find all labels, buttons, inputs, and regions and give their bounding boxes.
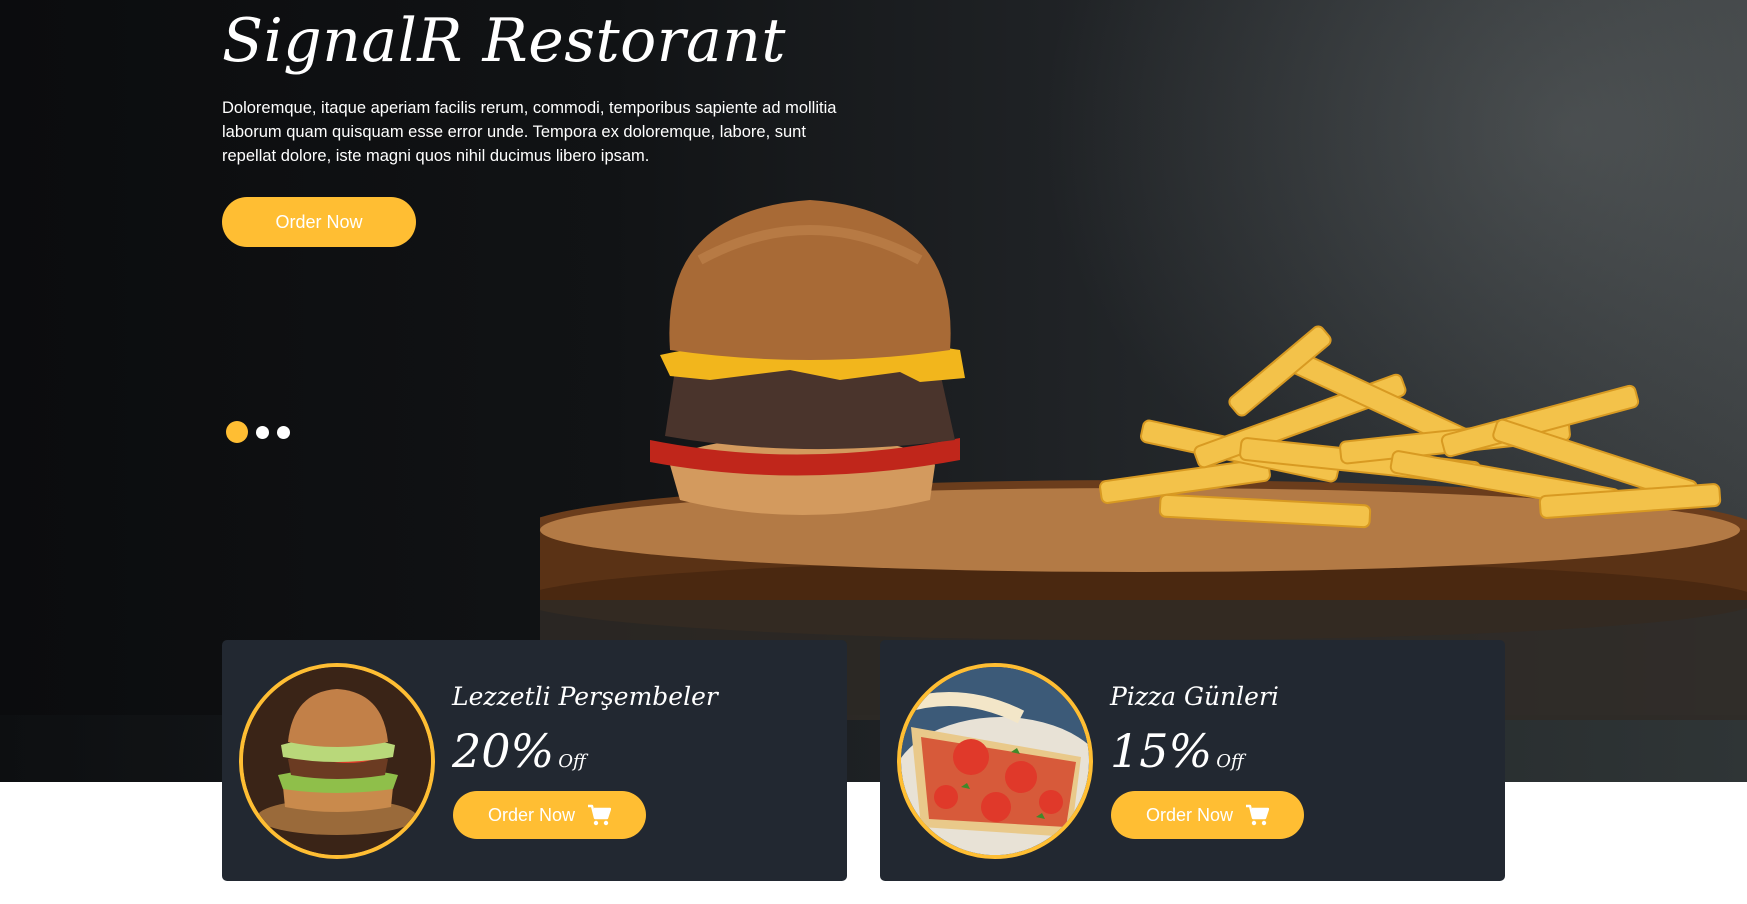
discount-off-label: Off	[558, 751, 586, 772]
offer-order-button[interactable]: Order Now	[453, 791, 646, 839]
offer-title: Pizza Günleri	[1110, 682, 1279, 711]
order-button-label: Order Now	[1145, 804, 1234, 825]
cart-icon	[1245, 804, 1270, 826]
discount-percent: 20%	[452, 724, 555, 778]
hero-order-button[interactable]: Order Now	[222, 197, 416, 247]
offer-card-thursday: Lezzetli Perşembeler 20% Off Order Now	[222, 640, 847, 881]
carousel-dot-2[interactable]	[256, 425, 269, 439]
brand-title: SignalR Restorant	[222, 6, 786, 76]
pizza-image	[897, 663, 1093, 859]
discount-percent: 15%	[1110, 724, 1213, 778]
offer-discount: 15% Off	[1110, 724, 1244, 778]
hero-description: Doloremque, itaque aperiam facilis rerum…	[222, 99, 837, 165]
carousel-dot-3[interactable]	[277, 425, 290, 439]
burger-image	[239, 663, 435, 859]
carousel-indicators	[226, 421, 290, 443]
offer-title: Lezzetli Perşembeler	[452, 682, 718, 711]
offer-discount: 20% Off	[452, 724, 586, 778]
order-button-label: Order Now	[487, 804, 576, 825]
cart-icon	[587, 804, 612, 826]
discount-off-label: Off	[1216, 751, 1244, 772]
carousel-dot-1[interactable]	[226, 421, 248, 443]
offer-order-button[interactable]: Order Now	[1111, 791, 1304, 839]
offer-card-pizza: Pizza Günleri 15% Off Order Now	[880, 640, 1505, 881]
